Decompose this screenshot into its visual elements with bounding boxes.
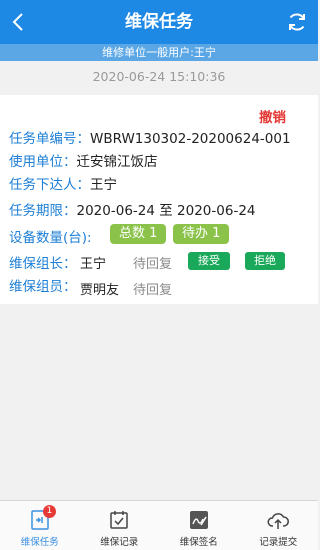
pending-count-pill[interactable]: 待办 1 [173, 224, 230, 244]
tab-label: 维保记录 [100, 537, 139, 548]
issuer-row: 任务下达人：王宁 [9, 173, 117, 193]
leader-row: 维保组长： [9, 252, 77, 272]
refresh-icon[interactable] [285, 10, 309, 34]
accept-button[interactable]: 接受 [188, 252, 230, 270]
leader-label: 维保组长： [9, 256, 77, 272]
unit-value: 迁安锦江饭店 [76, 154, 158, 170]
app-header: 维保任务 [0, 0, 318, 44]
leader-name: 王宁 [80, 257, 107, 272]
notification-badge: 1 [43, 505, 56, 518]
reject-button[interactable]: 拒绝 [245, 252, 285, 270]
cancel-button[interactable]: 撤销 [259, 106, 286, 126]
page-title: 维保任务 [125, 12, 193, 32]
members-row: 维保组员： [9, 275, 77, 295]
task-timestamp: 2020-06-24 15:10:36 [92, 69, 226, 84]
task-number-label: 任务单编号： [9, 131, 90, 147]
total-count-pill[interactable]: 总数 1 [110, 224, 167, 244]
tab-maintenance-records[interactable]: 维保记录 [80, 501, 160, 550]
issuer-label: 任务下达人： [9, 177, 90, 193]
member-status: 待回复 [133, 283, 173, 298]
calendar-check-icon [110, 511, 128, 529]
tab-label: 维保签名 [179, 537, 218, 548]
unit-label: 使用单位： [9, 154, 77, 170]
task-number-row: 任务单编号：WBRW130302-20200624-001 [9, 127, 291, 147]
tab-label: 记录提交 [259, 537, 298, 548]
leader-status: 待回复 [133, 257, 173, 272]
issuer-value: 王宁 [90, 177, 117, 193]
members-label: 维保组员： [9, 279, 77, 295]
member-name: 贾明友 [80, 283, 120, 298]
period-label: 任务期限： [9, 203, 77, 219]
task-number-value: WBRW130302-20200624-001 [90, 131, 291, 147]
period-value: 2020-06-24 至 2020-06-24 [76, 203, 256, 219]
signature-icon [189, 511, 208, 529]
bottom-tab-bar: 1 维保任务 维保记录 维保签名 记录提交 [0, 500, 318, 550]
task-card: 撤销 任务单编号：WBRW130302-20200624-001 使用单位：迁安… [0, 95, 318, 304]
tab-maintenance-signature[interactable]: 维保签名 [159, 501, 239, 550]
tab-record-submit[interactable]: 记录提交 [239, 501, 319, 550]
equipment-label: 设备数量(台): [9, 230, 92, 246]
unit-row: 使用单位：迁安锦江饭店 [9, 150, 158, 170]
equipment-row: 设备数量(台): [9, 226, 92, 246]
tab-maintenance-tasks[interactable]: 1 维保任务 [0, 501, 80, 550]
period-row: 任务期限：2020-06-24 至 2020-06-24 [9, 199, 256, 219]
cloud-upload-icon [267, 513, 290, 529]
tab-label: 维保任务 [20, 537, 59, 548]
user-info-bar: 维修单位一般用户:王宁 [0, 44, 318, 61]
